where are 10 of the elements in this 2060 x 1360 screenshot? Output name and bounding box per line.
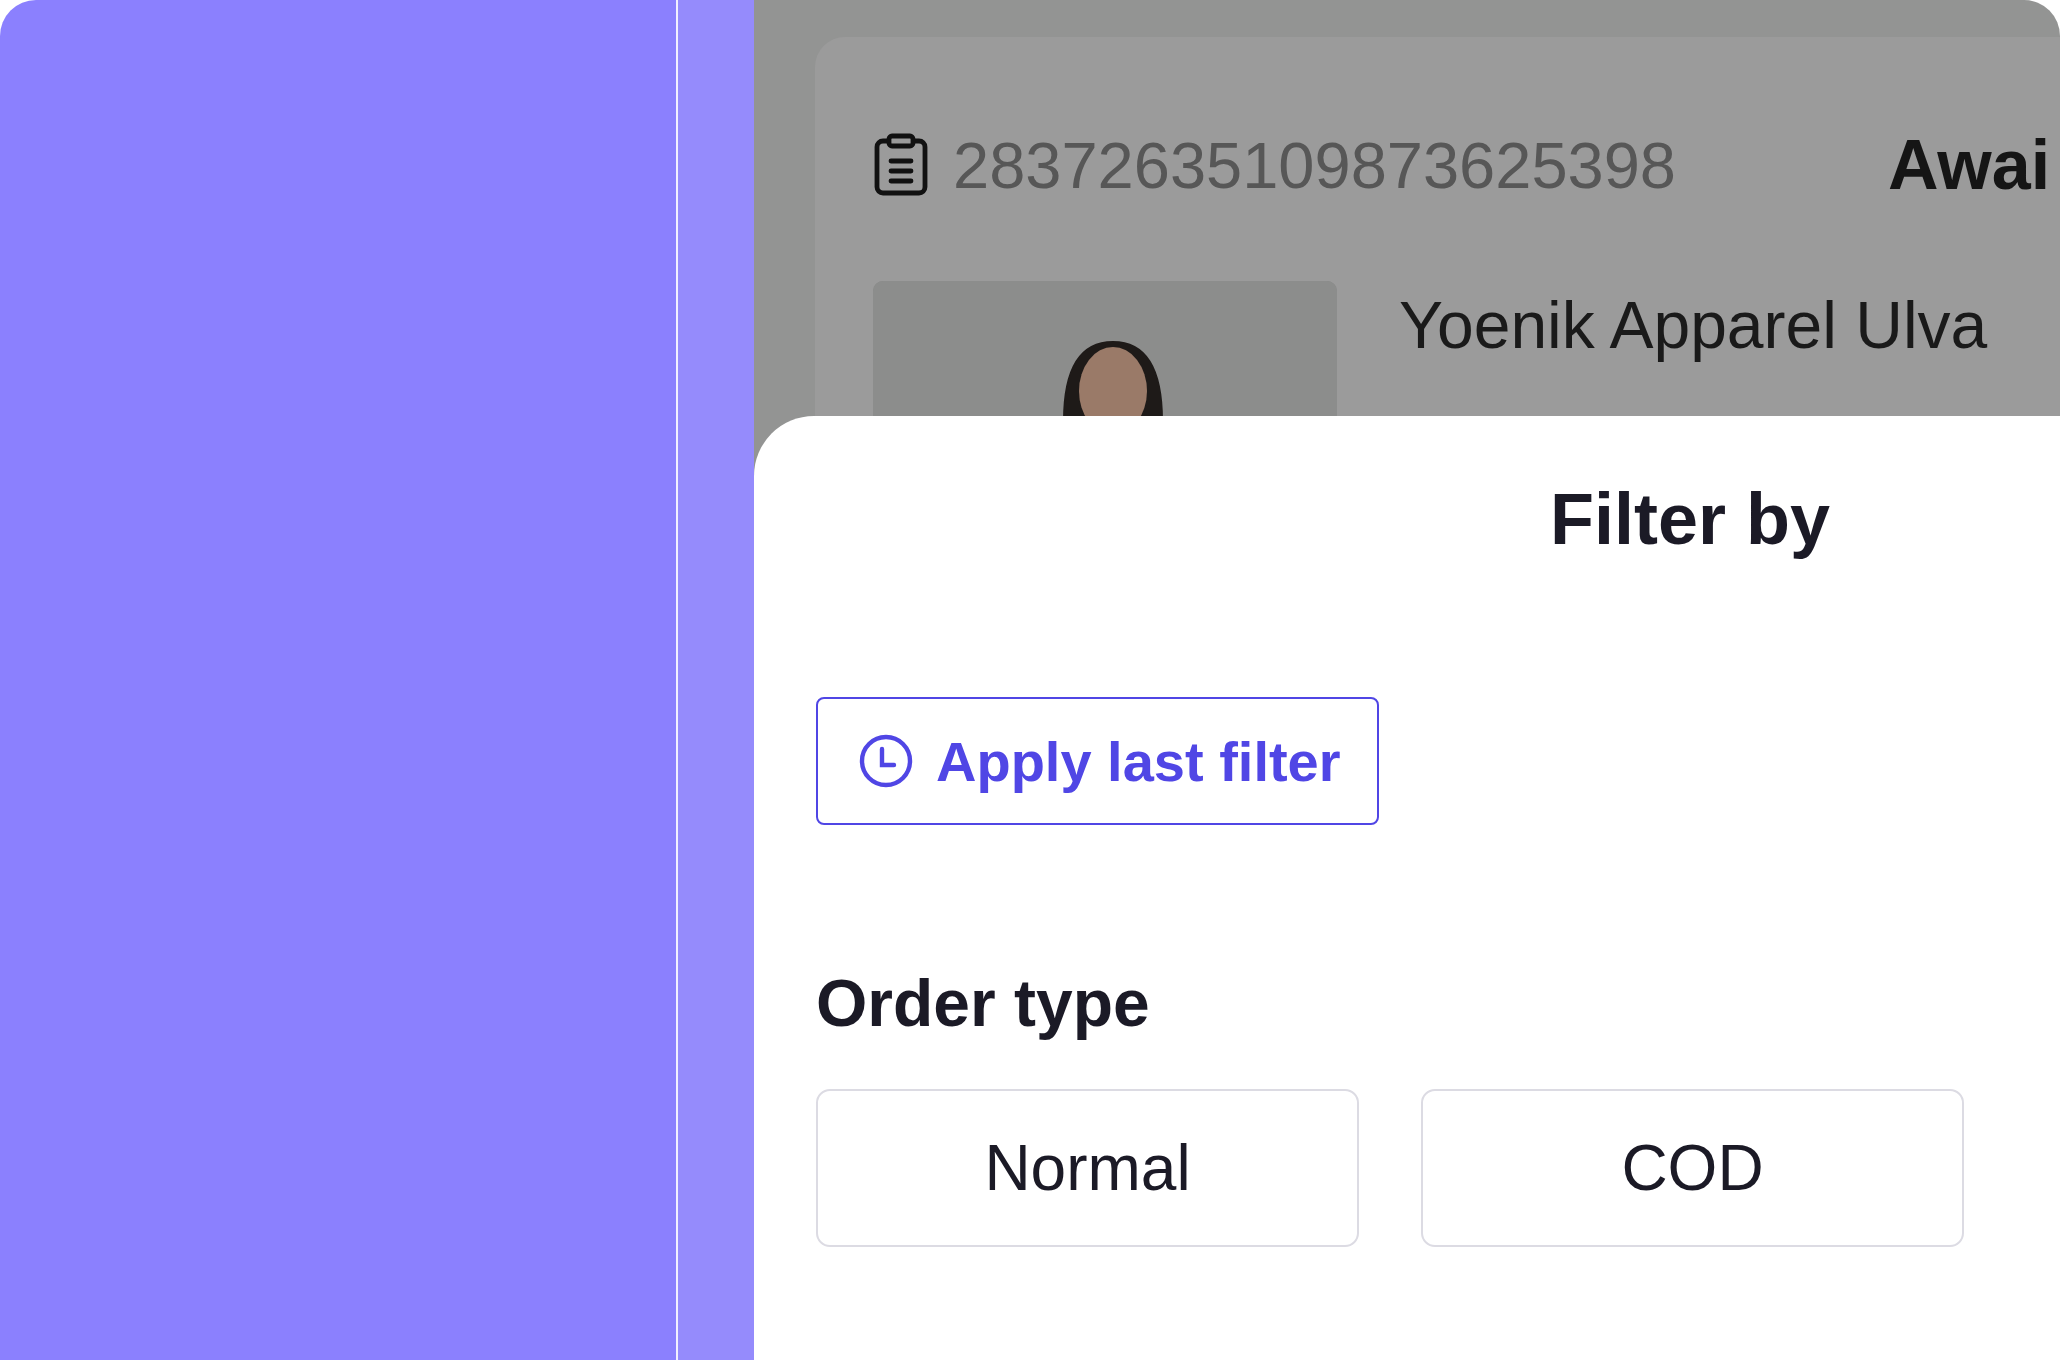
section-title: Order type [816, 965, 1151, 1041]
apply-last-filter-button[interactable]: Apply last filter [816, 697, 1379, 825]
option-button[interactable]: Normal [816, 1089, 1359, 1247]
clipboard-icon [873, 133, 929, 197]
clock-icon [858, 733, 914, 789]
option-button[interactable]: COD [1421, 1089, 1964, 1247]
order-status: Awai [1888, 125, 2051, 205]
sheet-title: Filter by [1549, 478, 1831, 560]
order-number: 28372635109873625398 [953, 127, 1676, 203]
product-title: Yoenik Apparel Ulva [1399, 287, 1988, 363]
